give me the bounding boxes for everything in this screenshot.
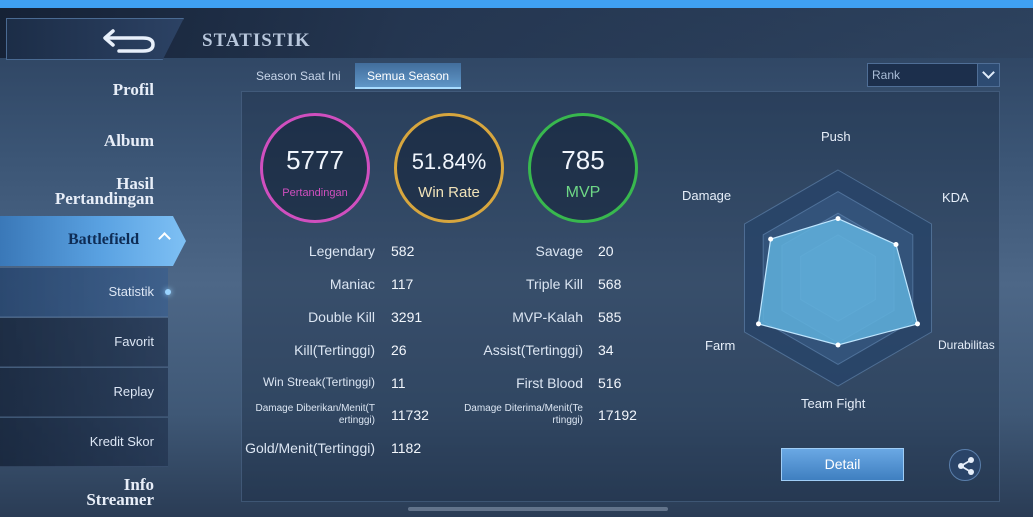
back-button[interactable] (6, 18, 184, 60)
stat-label: Savage (535, 243, 583, 259)
winrate-label: Win Rate (418, 184, 480, 201)
stat-value: 516 (598, 375, 622, 391)
sidebar-item-hasil-pertandingan[interactable]: Hasil Pertandingan (54, 175, 154, 208)
stat-value: 568 (598, 276, 622, 292)
stat-label-line: Damage Diterima/Menit(Te (464, 403, 583, 414)
scrollbar[interactable] (408, 507, 668, 511)
stat-value: 11 (391, 375, 406, 391)
stat-value: 585 (598, 309, 622, 325)
stat-value: 582 (391, 243, 415, 259)
mode-select-value: Rank (872, 68, 901, 82)
sidebar: Profil Album Hasil Pertandingan Battlefi… (0, 60, 190, 517)
radar-label-push: Push (821, 129, 851, 144)
sidebar-item-label: Pertandingan (54, 189, 154, 208)
radar-point-damage (768, 236, 774, 242)
radar-label-durabilitas: Durabilitas (938, 338, 995, 352)
stat-label: Maniac (329, 276, 375, 292)
sidebar-subitem-statistik[interactable]: Statistik (0, 268, 171, 317)
stat-label: Win Streak(Tertinggi) (262, 375, 375, 389)
stat-value: 1182 (391, 440, 422, 456)
radar-point-durabilitas (915, 321, 921, 327)
stat-label: Triple Kill (525, 276, 583, 292)
stat-label: Legendary (308, 243, 375, 259)
page-title: STATISTIK (202, 30, 311, 51)
stat-value: 117 (391, 276, 414, 292)
stat-value: 17192 (598, 407, 637, 423)
sidebar-subitem-label: Kredit Skor (89, 434, 154, 449)
stat-value: 3291 (391, 309, 423, 325)
radar-chart (743, 169, 933, 387)
back-arrow-icon (103, 29, 155, 53)
radar-label-kda: KDA (942, 190, 969, 205)
top-accent-bar (0, 0, 1033, 8)
sidebar-subitem-label: Replay (113, 384, 154, 399)
stat-label-line: ertinggi) (338, 415, 375, 426)
radar-point-farm (755, 321, 761, 327)
stat-label-line: Damage Diberikan/Menit(T (255, 403, 376, 414)
stat-label: First Blood (516, 375, 583, 391)
stat-label-line: rtinggi) (552, 415, 583, 426)
stat-label: Damage Diterima/Menit(Te rtinggi) (464, 403, 583, 427)
share-button[interactable] (949, 449, 981, 481)
stat-label: Kill(Tertinggi) (294, 342, 375, 358)
radar-label-team-fight: Team Fight (801, 396, 866, 411)
sidebar-item-battlefield[interactable]: Battlefield (0, 216, 186, 266)
radar-label-farm: Farm (705, 338, 736, 353)
chevron-down-icon[interactable] (977, 64, 999, 86)
sidebar-item-info-streamer[interactable]: Info Streamer (86, 476, 154, 509)
stat-value: 20 (598, 243, 614, 259)
stat-label: Assist(Tertinggi) (483, 342, 583, 358)
sidebar-subitem-kredit-skor[interactable]: Kredit Skor (0, 418, 168, 467)
header-bar: STATISTIK (0, 8, 1033, 60)
matches-value: 5777 (286, 145, 344, 175)
radar-point-push (835, 216, 841, 222)
stat-label: MVP-Kalah (512, 309, 583, 325)
radar-label-damage: Damage (682, 188, 732, 203)
mode-select[interactable]: Rank (867, 63, 1000, 87)
sidebar-item-label: Battlefield (68, 231, 140, 248)
sidebar-subitem-favorit[interactable]: Favorit (0, 318, 168, 367)
stat-value: 26 (391, 342, 407, 358)
tab-semua-season[interactable]: Semua Season (355, 63, 462, 89)
sidebar-item-label: Streamer (86, 490, 154, 509)
radar-point-kda (893, 242, 899, 248)
stat-value: 34 (598, 342, 614, 358)
sidebar-subitem-label: Statistik (108, 284, 154, 299)
mvp-label: MVP (565, 184, 601, 201)
stat-label: Double Kill (308, 309, 375, 325)
radar-point-team-fight (835, 342, 841, 348)
stat-label: Gold/Menit(Tertinggi) (245, 440, 375, 456)
mvp-value: 785 (561, 145, 605, 175)
sidebar-subitem-replay[interactable]: Replay (0, 368, 168, 417)
chevron-up-icon (158, 232, 171, 245)
sidebar-subitem-label: Favorit (114, 334, 154, 349)
tab-season-saat-ini[interactable]: Season Saat Ini (244, 63, 353, 89)
mvp-circle: 785 MVP (528, 113, 638, 223)
share-icon (958, 457, 974, 475)
stat-value: 11732 (391, 407, 429, 423)
winrate-value: 51.84% (411, 149, 487, 174)
stat-label: Damage Diberikan/Menit(T ertinggi) (256, 403, 376, 427)
matches-label: Pertandingan (282, 187, 348, 199)
matches-circle: 5777 Pertandingan (260, 113, 370, 223)
winrate-circle: 51.84% Win Rate (394, 113, 504, 223)
detail-button[interactable]: Detail (781, 448, 904, 481)
sidebar-item-album[interactable]: Album (104, 132, 154, 149)
sidebar-item-profil[interactable]: Profil (113, 81, 154, 98)
